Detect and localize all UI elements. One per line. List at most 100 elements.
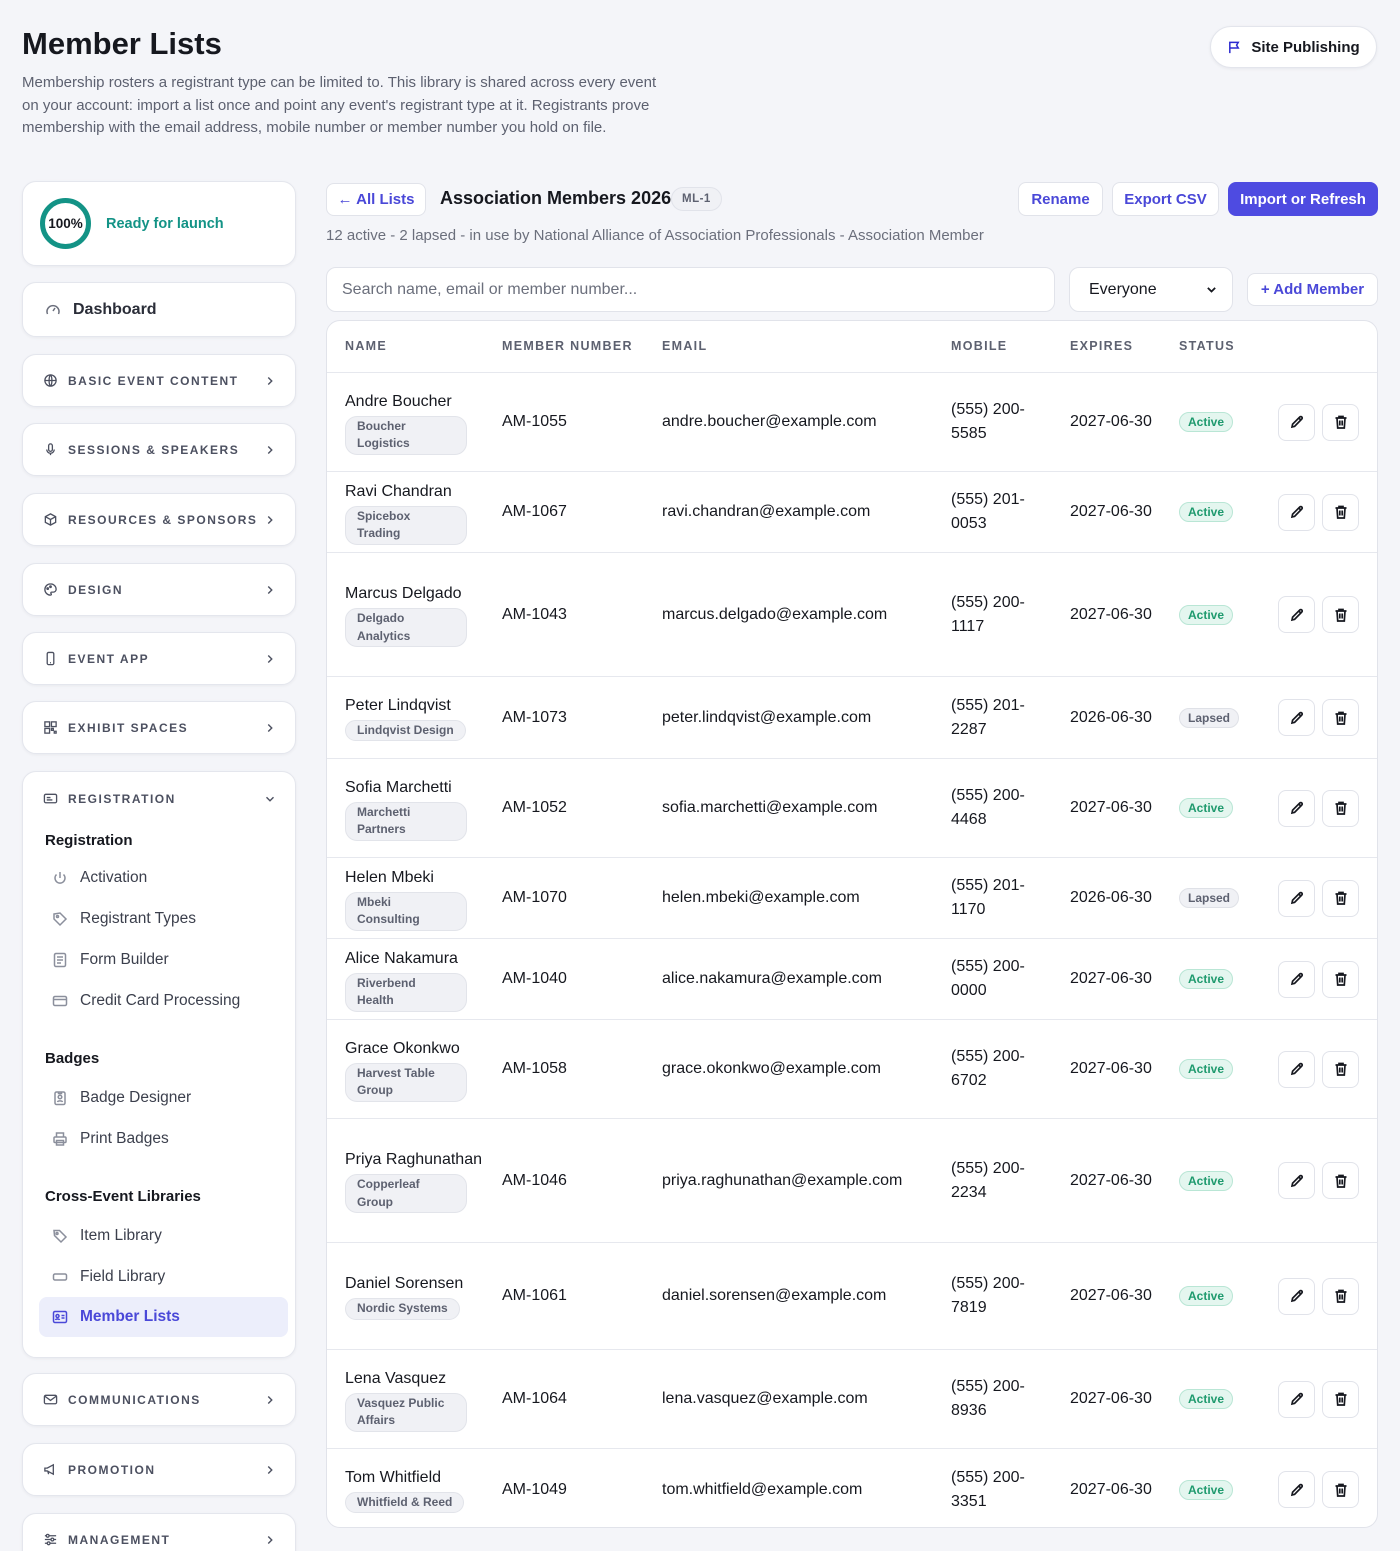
all-lists-button[interactable]: ← All Lists xyxy=(326,183,426,216)
col-expires[interactable]: EXPIRES xyxy=(1070,339,1133,353)
delete-button[interactable] xyxy=(1322,699,1359,736)
sidebar-item-registrant-types[interactable]: Registrant Types xyxy=(39,899,288,939)
cell-status: Active xyxy=(1179,553,1234,676)
edit-button[interactable] xyxy=(1278,1162,1315,1199)
delete-button[interactable] xyxy=(1322,493,1359,531)
delete-button[interactable] xyxy=(1322,1380,1359,1418)
sidebar-item-form-builder[interactable]: Form Builder xyxy=(39,940,288,980)
col-status[interactable]: STATUS xyxy=(1179,339,1235,353)
sidebar-section-promotion[interactable]: PROMOTION xyxy=(22,1443,296,1496)
launch-progress-card: 100% Ready for launch xyxy=(22,181,296,266)
export-csv-button[interactable]: Export CSV xyxy=(1112,182,1219,216)
sidebar-section-registration[interactable]: REGISTRATION xyxy=(23,772,295,825)
gauge-icon xyxy=(46,304,60,314)
edit-button[interactable] xyxy=(1278,1380,1315,1418)
progress-status: Ready for launch xyxy=(106,215,224,232)
edit-button[interactable] xyxy=(1278,699,1315,736)
table-row: Helen Mbeki Mbeki Consulting AM-1070 helen.… xyxy=(327,858,1377,939)
edit-button[interactable] xyxy=(1278,493,1315,531)
cell-name: Helen Mbeki Mbeki Consulting xyxy=(345,858,485,938)
member-mobile: (555) 200-1117 xyxy=(951,593,1025,635)
status-badge: Active xyxy=(1179,798,1234,818)
sidebar-section-resources-sponsors[interactable]: RESOURCES & SPONSORS xyxy=(22,493,296,546)
edit-button[interactable] xyxy=(1278,789,1315,827)
sidebar-dashboard[interactable]: Dashboard xyxy=(22,282,296,337)
search-input[interactable] xyxy=(326,267,1055,312)
status-filter-select[interactable]: Everyone xyxy=(1069,267,1233,312)
delete-button[interactable] xyxy=(1322,1471,1359,1508)
member-email: grace.okonkwo@example.com xyxy=(662,1060,882,1077)
sidebar-item-badge-designer[interactable]: Badge Designer xyxy=(39,1078,288,1118)
sidebar-item-credit-card-processing[interactable]: Credit Card Processing xyxy=(39,981,288,1021)
delete-button[interactable] xyxy=(1322,789,1359,827)
sidebar-section-basic-event-content[interactable]: BASIC EVENT CONTENT xyxy=(22,354,296,407)
sidebar-item-member-lists[interactable]: Member Lists xyxy=(39,1297,288,1337)
edit-button[interactable] xyxy=(1278,403,1315,441)
status-badge: Active xyxy=(1179,1170,1234,1191)
delete-button[interactable] xyxy=(1322,879,1359,917)
col-mobile[interactable]: MOBILE xyxy=(951,339,1007,353)
rename-button[interactable]: Rename xyxy=(1018,182,1103,216)
row-actions xyxy=(1278,1449,1359,1527)
member-mobile: (555) 200-5585 xyxy=(951,401,1025,442)
member-number: AM-1043 xyxy=(502,605,567,623)
member-expires: 2027-06-30 xyxy=(1070,413,1152,430)
edit-button[interactable] xyxy=(1278,1471,1315,1508)
sidebar-section-event-app[interactable]: EVENT APP xyxy=(22,632,296,685)
status-badge: Active xyxy=(1179,412,1234,432)
table-row: Peter Lindqvist Lindqvist Design AM-1073 pe… xyxy=(327,677,1377,759)
microphone-icon xyxy=(43,442,58,457)
trash-icon xyxy=(1335,1062,1346,1076)
row-actions xyxy=(1278,858,1359,938)
member-number: AM-1061 xyxy=(502,1287,567,1304)
col-name[interactable]: NAME xyxy=(345,339,387,353)
import-refresh-button[interactable]: Import or Refresh xyxy=(1228,182,1378,216)
sidebar-item-field-library[interactable]: Field Library xyxy=(39,1257,288,1297)
member-number: AM-1073 xyxy=(502,708,567,726)
col-email[interactable]: EMAIL xyxy=(662,339,707,353)
chevron-right-icon xyxy=(263,374,277,388)
member-mobile: (555) 201-2287 xyxy=(951,696,1025,738)
organization-badge: Marchetti Partners xyxy=(345,801,467,841)
group-title-badges: Badges xyxy=(45,1050,100,1067)
status-badge: Active xyxy=(1179,969,1234,989)
delete-button[interactable] xyxy=(1322,403,1359,441)
section-label: DESIGN xyxy=(68,582,124,597)
edit-button[interactable] xyxy=(1278,596,1315,633)
member-email: tom.whitfield@example.com xyxy=(662,1480,863,1498)
delete-button[interactable] xyxy=(1322,1050,1359,1088)
cell-name: Andre Boucher Boucher Logistics xyxy=(345,373,485,471)
edit-button[interactable] xyxy=(1278,879,1315,917)
chevron-right-icon xyxy=(263,1393,277,1407)
sidebar-section-communications[interactable]: COMMUNICATIONS xyxy=(22,1373,296,1426)
sidebar-item-item-library[interactable]: Item Library xyxy=(39,1216,288,1256)
organization-badge: Mbeki Consulting xyxy=(345,891,467,931)
trash-icon xyxy=(1335,711,1346,725)
col-member-number[interactable]: MEMBER NUMBER xyxy=(502,339,633,353)
sidebar-section-exhibit-spaces[interactable]: EXHIBIT SPACES xyxy=(22,701,296,754)
organization-badge: Copperleaf Group xyxy=(345,1174,467,1213)
add-member-button[interactable]: + Add Member xyxy=(1247,273,1378,306)
edit-button[interactable] xyxy=(1278,960,1315,998)
delete-button[interactable] xyxy=(1322,1162,1359,1199)
table-row: Marcus Delgado Delgado Analytics AM-1043 ma… xyxy=(327,553,1377,677)
member-mobile: (555) 201-1170 xyxy=(951,877,1025,918)
chevron-right-icon xyxy=(263,1533,277,1547)
sidebar-item-print-badges[interactable]: Print Badges xyxy=(39,1119,288,1159)
site-publishing-button[interactable]: Site Publishing xyxy=(1210,26,1377,68)
delete-button[interactable] xyxy=(1322,596,1359,633)
group-title-registration: Registration xyxy=(45,832,133,849)
edit-button[interactable] xyxy=(1278,1277,1315,1315)
delete-button[interactable] xyxy=(1322,1277,1359,1315)
row-actions xyxy=(1278,1020,1359,1118)
sidebar-section-sessions-speakers[interactable]: SESSIONS & SPEAKERS xyxy=(22,423,296,476)
delete-button[interactable] xyxy=(1322,960,1359,998)
sidebar-section-design[interactable]: DESIGN xyxy=(22,563,296,616)
list-icon xyxy=(52,952,68,968)
edit-button[interactable] xyxy=(1278,1050,1315,1088)
member-name: Helen Mbeki xyxy=(345,868,434,886)
cell-status: Lapsed xyxy=(1179,858,1240,938)
sidebar-section-management[interactable]: MANAGEMENT xyxy=(22,1513,296,1551)
sidebar-item-activation[interactable]: Activation xyxy=(39,858,288,898)
member-email: lena.vasquez@example.com xyxy=(662,1390,868,1407)
